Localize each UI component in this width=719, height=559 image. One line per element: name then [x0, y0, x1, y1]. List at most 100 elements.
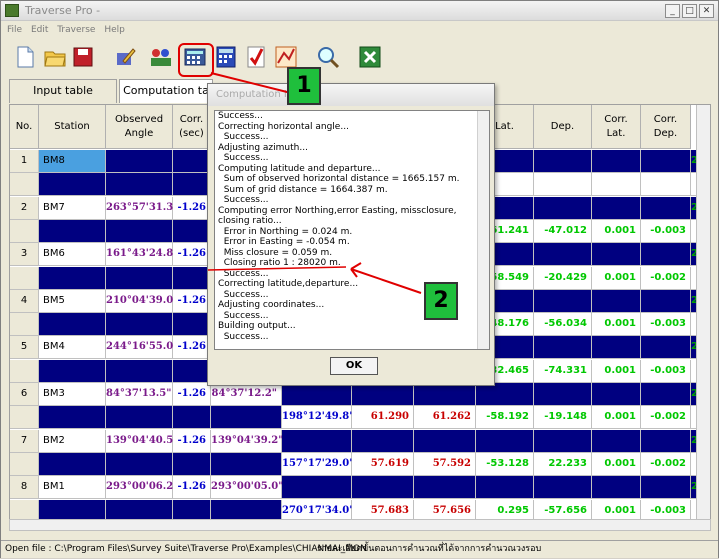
column-header[interactable]: Station: [39, 105, 106, 149]
table-cell[interactable]: 210°04'39.0": [106, 289, 178, 313]
table-cell[interactable]: [173, 452, 211, 476]
table-cell[interactable]: 1: [10, 150, 39, 173]
minimize-button[interactable]: _: [665, 4, 680, 18]
horizontal-scrollbar[interactable]: [9, 519, 711, 531]
table-cell[interactable]: -58.192: [476, 406, 534, 430]
table-cell[interactable]: 57.683: [352, 499, 414, 520]
table-cell[interactable]: 293°00'05.0": [211, 476, 283, 500]
table-cell[interactable]: -1.26: [173, 289, 211, 313]
table-cell[interactable]: 6: [10, 383, 39, 406]
table-cell[interactable]: -57.656: [534, 499, 592, 520]
table-cell[interactable]: 2: [10, 196, 39, 220]
table-cell[interactable]: [106, 173, 173, 197]
table-cell[interactable]: [534, 150, 592, 173]
table-cell[interactable]: [173, 266, 211, 290]
table-cell[interactable]: [282, 476, 352, 500]
calculator-icon[interactable]: [214, 45, 238, 69]
table-cell[interactable]: 139°04'40.5": [106, 429, 178, 453]
checklist-icon[interactable]: [244, 45, 268, 69]
table-cell[interactable]: [10, 406, 39, 430]
table-cell[interactable]: [173, 173, 211, 197]
table-cell[interactable]: 263°57'31.3": [106, 196, 178, 220]
table-cell[interactable]: [173, 499, 211, 520]
chart-icon[interactable]: [274, 45, 298, 69]
table-cell[interactable]: [352, 429, 414, 453]
table-cell[interactable]: 61.262: [414, 406, 476, 430]
table-cell[interactable]: [39, 219, 106, 243]
table-cell[interactable]: [592, 150, 641, 173]
table-cell[interactable]: [414, 383, 476, 406]
table-cell[interactable]: -0.002: [641, 452, 691, 476]
table-cell[interactable]: -0.002: [641, 266, 691, 290]
table-cell[interactable]: [641, 243, 691, 267]
table-cell[interactable]: [39, 452, 106, 476]
table-cell[interactable]: [10, 219, 39, 243]
table-cell[interactable]: [39, 266, 106, 290]
table-cell[interactable]: [106, 499, 173, 520]
table-cell[interactable]: [106, 359, 173, 383]
table-cell[interactable]: -47.012: [534, 219, 592, 243]
table-cell[interactable]: 198°12'49.8": [282, 406, 354, 430]
table-cell[interactable]: BM3: [39, 383, 106, 406]
table-cell[interactable]: [106, 406, 173, 430]
menu-file[interactable]: File: [7, 25, 22, 35]
table-cell[interactable]: [173, 406, 211, 430]
column-header[interactable]: No.: [10, 105, 39, 149]
log-scrollbar[interactable]: [477, 111, 489, 349]
table-cell[interactable]: [592, 336, 641, 360]
table-cell[interactable]: 244°16'55.0": [106, 336, 178, 360]
table-cell[interactable]: [534, 243, 592, 267]
table-cell[interactable]: -19.148: [534, 406, 592, 430]
new-file-icon[interactable]: [13, 45, 37, 69]
table-cell[interactable]: 5: [10, 336, 39, 360]
close-button[interactable]: ✕: [699, 4, 714, 18]
table-cell[interactable]: BM7: [39, 196, 106, 220]
table-cell[interactable]: [282, 383, 352, 406]
table-cell[interactable]: [641, 196, 691, 220]
table-cell[interactable]: 293°00'06.2": [106, 476, 178, 500]
table-cell[interactable]: 4: [10, 289, 39, 313]
table-cell[interactable]: [534, 173, 592, 197]
table-cell[interactable]: [173, 219, 211, 243]
table-cell[interactable]: [106, 313, 173, 337]
column-header[interactable]: Observed Angle: [106, 105, 173, 149]
table-cell[interactable]: [10, 173, 39, 197]
tab-input-table[interactable]: Input table: [9, 79, 117, 103]
table-cell[interactable]: [534, 336, 592, 360]
table-cell[interactable]: 270°17'34.0": [282, 499, 354, 520]
table-cell[interactable]: -1.26: [173, 243, 211, 267]
table-cell[interactable]: [106, 150, 173, 173]
people-icon[interactable]: [149, 45, 173, 69]
column-header[interactable]: Corr. Dep.: [641, 105, 691, 149]
table-cell[interactable]: [476, 429, 534, 453]
ok-button[interactable]: OK: [330, 357, 378, 375]
table-cell[interactable]: -74.331: [534, 359, 592, 383]
table-cell[interactable]: 0.001: [592, 313, 641, 337]
table-cell[interactable]: [641, 173, 691, 197]
maximize-button[interactable]: □: [682, 4, 697, 18]
table-cell[interactable]: [534, 289, 592, 313]
table-cell[interactable]: [592, 429, 641, 453]
menu-edit[interactable]: Edit: [31, 25, 48, 35]
column-header[interactable]: Corr. Lat.: [592, 105, 641, 149]
table-cell[interactable]: [641, 336, 691, 360]
table-cell[interactable]: 84°37'13.5": [106, 383, 173, 406]
save-icon[interactable]: [71, 45, 95, 69]
tab-computation-table[interactable]: Computation ta: [119, 79, 213, 103]
table-cell[interactable]: 22.233: [534, 452, 592, 476]
table-cell[interactable]: 161°43'24.8": [106, 243, 178, 267]
table-cell[interactable]: 0.295: [476, 499, 534, 520]
table-cell[interactable]: -1.26: [173, 383, 211, 406]
zoom-icon[interactable]: [316, 45, 340, 69]
table-cell[interactable]: 0.001: [592, 499, 641, 520]
table-cell[interactable]: 0.001: [592, 406, 641, 430]
table-cell[interactable]: [39, 359, 106, 383]
table-cell[interactable]: -0.002: [641, 406, 691, 430]
table-cell[interactable]: [592, 289, 641, 313]
table-cell[interactable]: 0.001: [592, 452, 641, 476]
table-cell[interactable]: [641, 429, 691, 453]
table-cell[interactable]: -56.034: [534, 313, 592, 337]
table-cell[interactable]: [106, 266, 173, 290]
table-cell[interactable]: 61.290: [352, 406, 414, 430]
table-cell[interactable]: [592, 196, 641, 220]
